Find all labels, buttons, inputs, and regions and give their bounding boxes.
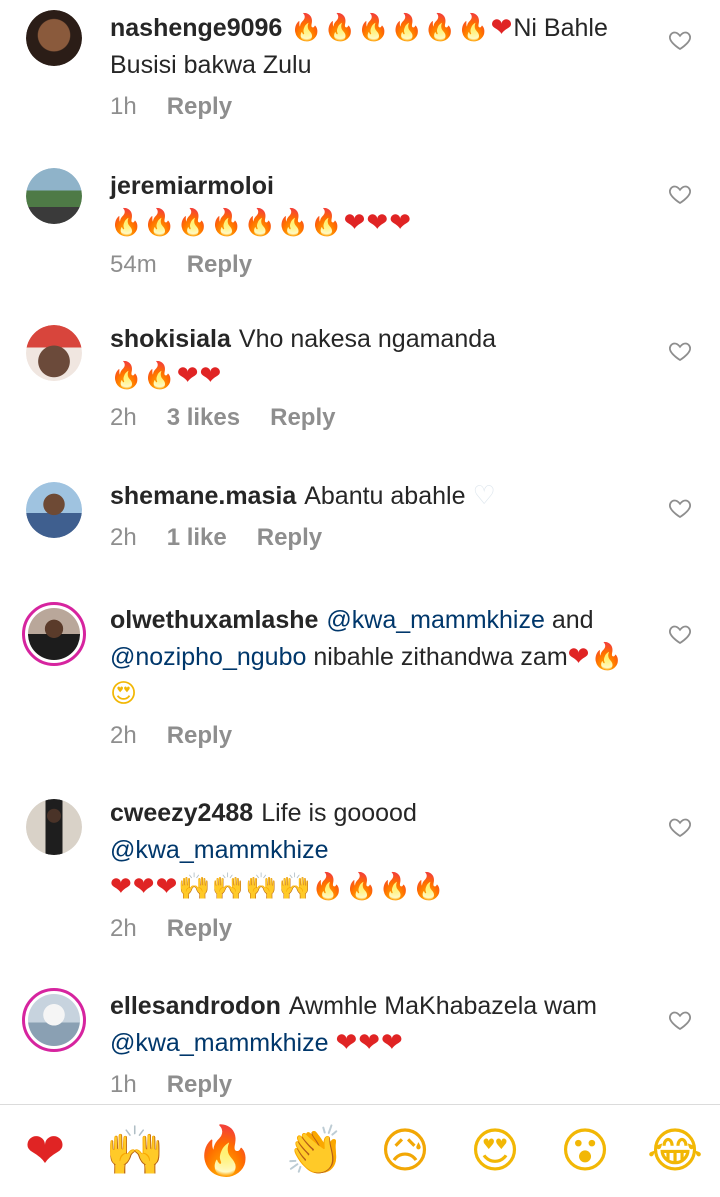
fire-emoji: 🔥🔥🔥🔥 [311, 872, 446, 902]
raising-hands-emoji: 🙌🙌🙌🙌 [178, 872, 312, 902]
avatar-image [26, 325, 82, 381]
comment-username[interactable]: shokisiala [110, 325, 231, 353]
comment-meta: 2h 1 like Reply [110, 519, 650, 556]
avatar[interactable] [22, 988, 86, 1052]
mention-link[interactable]: @nozipho_ngubo [110, 643, 306, 671]
likes-count[interactable]: 1 like [167, 524, 227, 551]
reply-button[interactable]: Reply [257, 524, 322, 551]
avatar[interactable] [26, 482, 82, 538]
comment-time: 2h [110, 915, 137, 942]
heart-emoji: ❤❤ [176, 361, 223, 391]
comment-body: Abantu abahle [304, 482, 466, 510]
comment-meta: 2h 3 likes Reply [110, 399, 650, 436]
avatar-image [28, 994, 80, 1046]
comment-time: 2h [110, 722, 137, 749]
comment-text: ellesandrodon Awmhle MaKhabazela wam @kwa… [110, 988, 650, 1062]
avatar-image [28, 608, 80, 660]
comment-body: Life is gooood [261, 799, 417, 827]
heart-emoji: ❤ [567, 642, 591, 672]
mention-link[interactable]: @kwa_mammkhize [110, 836, 328, 864]
white-heart-emoji: ♡ [472, 481, 497, 511]
comment-text: shemane.masia Abantu abahle ♡ [110, 478, 650, 515]
comment-time: 2h [110, 404, 137, 431]
comment-body: nibahle zithandwa zam [313, 643, 568, 671]
comment-username[interactable]: nashenge9096 [110, 14, 282, 42]
comment-text: olwethuxamlashe @kwa_mammkhize and @nozip… [110, 602, 650, 713]
fire-emoji: 🔥🔥🔥🔥🔥🔥🔥 [110, 208, 344, 238]
comment-body: Vho nakesa ngamanda [238, 325, 497, 353]
avatar[interactable] [26, 799, 82, 855]
comment-body: Awmhle MaKhabazela wam [288, 992, 597, 1020]
quick-reaction-bar: ❤ 🙌 🔥 👏 😥 😍 😮 😂 [0, 1105, 720, 1197]
tears-of-joy-icon[interactable]: 😂 [640, 1116, 710, 1186]
avatar[interactable] [26, 168, 82, 224]
comment-text: nashenge9096 🔥🔥🔥🔥🔥🔥❤Ni Bahle Busisi bakwa… [110, 10, 650, 84]
like-heart-icon[interactable] [668, 182, 692, 206]
raising-hands-icon[interactable]: 🙌 [100, 1116, 170, 1186]
sad-face-icon[interactable]: 😥 [370, 1116, 440, 1186]
like-heart-icon[interactable] [668, 496, 692, 520]
heart-icon[interactable]: ❤ [10, 1116, 80, 1186]
comment-username[interactable]: jeremiarmoloi [110, 172, 274, 200]
comment-meta: 2h Reply [110, 910, 650, 947]
comment-time: 1h [110, 93, 137, 120]
fire-emoji: 🔥 [590, 642, 624, 672]
comment-text: cweezy2488 Life is gooood @kwa_mammkhize … [110, 795, 650, 906]
heart-eyes-icon[interactable]: 😍 [460, 1116, 530, 1186]
like-heart-icon[interactable] [668, 815, 692, 839]
heart-eyes-emoji: 😍 [110, 679, 139, 709]
comment-meta: 1h Reply [110, 1066, 650, 1103]
reply-button[interactable]: Reply [167, 915, 232, 942]
like-heart-icon[interactable] [668, 28, 692, 52]
comment-text: shokisiala Vho nakesa ngamanda 🔥🔥❤❤ [110, 321, 650, 395]
reply-button[interactable]: Reply [167, 1071, 232, 1098]
comment-username[interactable]: olwethuxamlashe [110, 606, 318, 634]
comment-text: jeremiarmoloi 🔥🔥🔥🔥🔥🔥🔥❤❤❤ [110, 168, 650, 242]
heart-emoji: ❤❤❤ [110, 872, 179, 902]
avatar-image [26, 799, 82, 855]
avatar[interactable] [22, 602, 86, 666]
heart-emoji: ❤❤❤ [335, 1028, 404, 1058]
comment-meta: 2h Reply [110, 717, 650, 754]
comment-meta: 1h Reply [110, 88, 650, 125]
comment-username[interactable]: shemane.masia [110, 482, 296, 510]
fire-emoji: 🔥🔥🔥🔥🔥🔥 [290, 13, 491, 43]
comment-time: 1h [110, 1071, 137, 1098]
avatar-image [26, 482, 82, 538]
avatar[interactable] [26, 10, 82, 66]
mention-link[interactable]: @kwa_mammkhize [110, 1029, 328, 1057]
like-heart-icon[interactable] [668, 339, 692, 363]
mention-link[interactable]: @kwa_mammkhize [326, 606, 544, 634]
heart-emoji: ❤ [490, 13, 514, 43]
reply-button[interactable]: Reply [270, 404, 335, 431]
reply-button[interactable]: Reply [187, 251, 252, 278]
fire-emoji: 🔥🔥 [110, 361, 177, 391]
avatar-image [26, 168, 82, 224]
like-heart-icon[interactable] [668, 1008, 692, 1032]
clapping-hands-icon[interactable]: 👏 [280, 1116, 350, 1186]
comment-time: 54m [110, 251, 157, 278]
comment-username[interactable]: cweezy2488 [110, 799, 253, 827]
fire-icon[interactable]: 🔥 [190, 1116, 260, 1186]
likes-count[interactable]: 3 likes [167, 404, 240, 431]
avatar-image [26, 10, 82, 66]
comment-meta: 54m Reply [110, 246, 650, 283]
comment-time: 2h [110, 524, 137, 551]
surprised-face-icon[interactable]: 😮 [550, 1116, 620, 1186]
like-heart-icon[interactable] [668, 622, 692, 646]
reply-button[interactable]: Reply [167, 722, 232, 749]
reply-button[interactable]: Reply [167, 93, 232, 120]
avatar[interactable] [26, 325, 82, 381]
comment-body: and [551, 606, 594, 634]
comment-username[interactable]: ellesandrodon [110, 992, 281, 1020]
heart-emoji: ❤❤❤ [343, 208, 412, 238]
